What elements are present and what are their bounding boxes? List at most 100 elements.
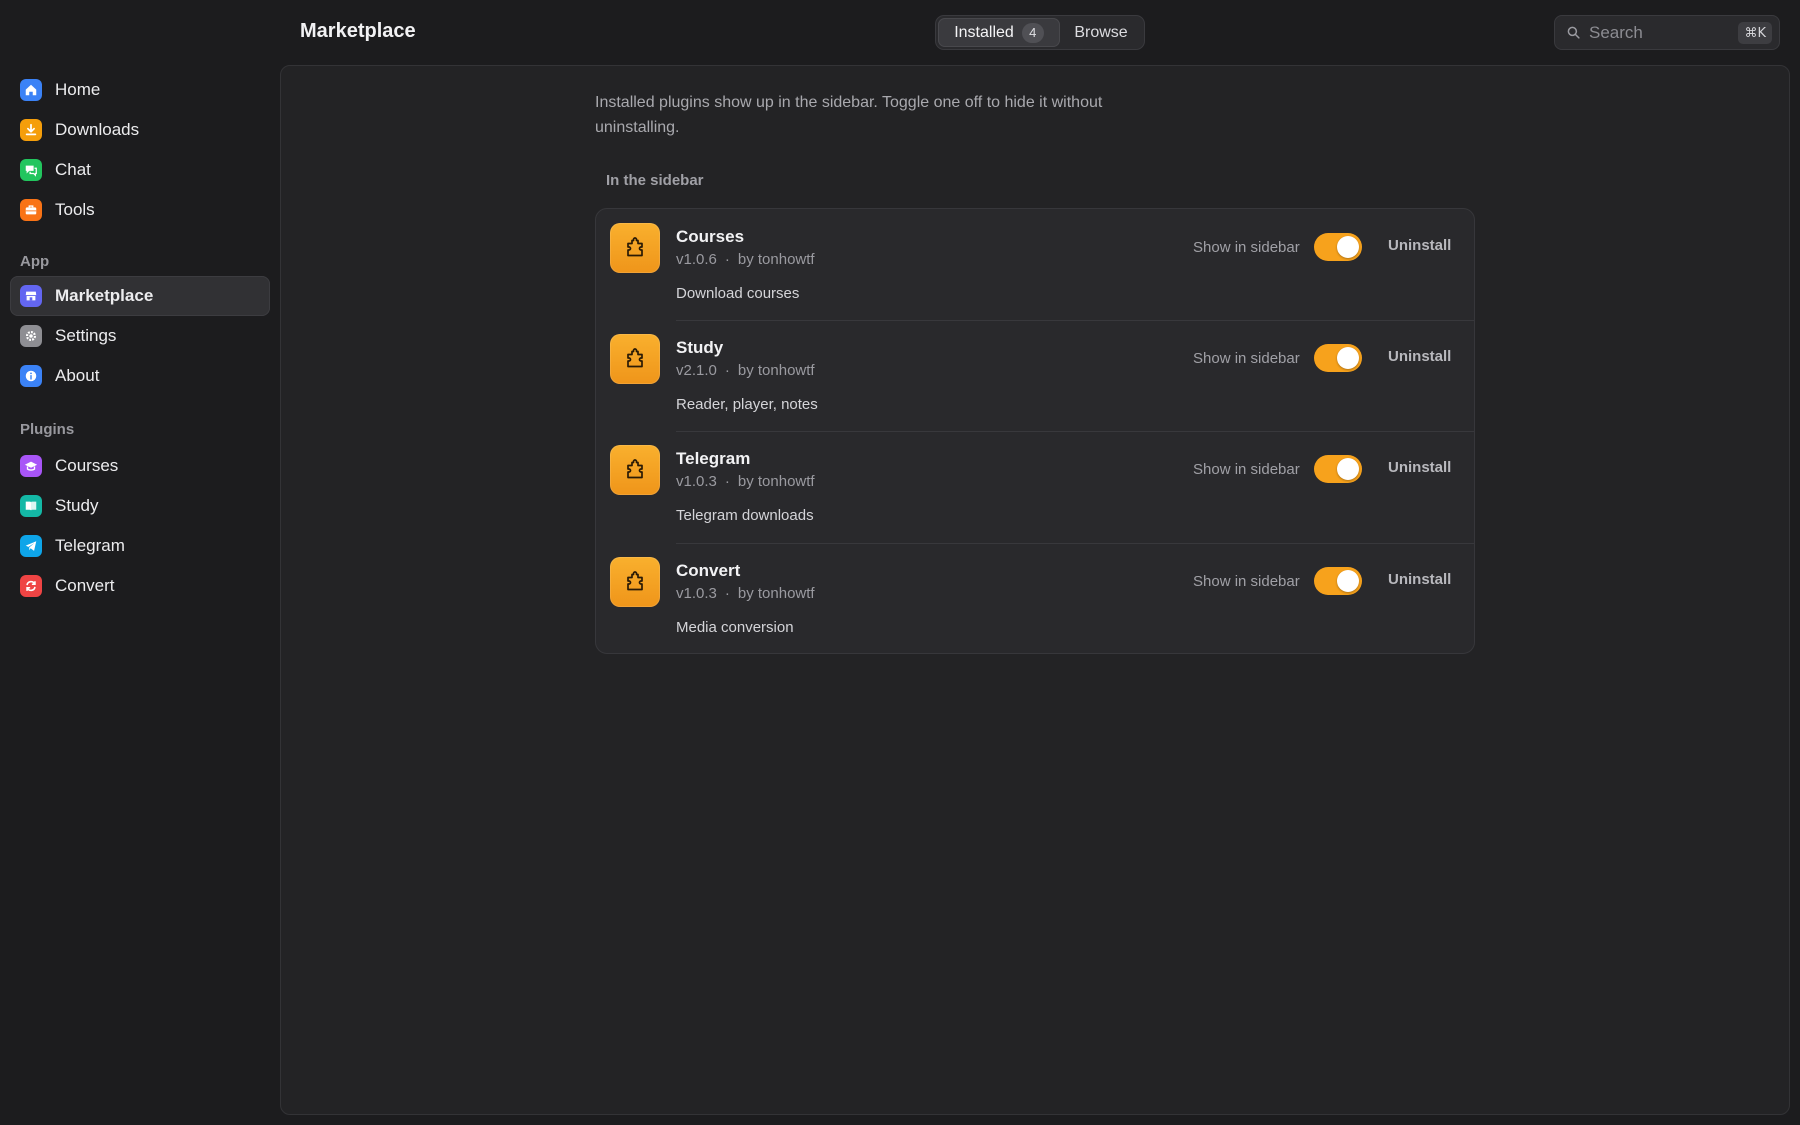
sidebar-main-group: Home Downloads Chat Tools (10, 70, 270, 230)
toolbox-icon (20, 199, 42, 221)
view-tabs: Installed 4 Browse (935, 15, 1145, 50)
sidebar-item-label: About (55, 366, 100, 385)
group-label: In the sidebar (606, 172, 704, 189)
tab-browse[interactable]: Browse (1060, 18, 1142, 47)
sidebar-item-label: Study (55, 496, 99, 515)
meta-separator: · (724, 251, 730, 268)
meta-separator: · (724, 585, 730, 602)
sidebar-item-settings[interactable]: Settings (10, 316, 270, 356)
meta-separator: · (724, 473, 730, 490)
sidebar-plugins-group: Courses Study Telegram Convert (10, 446, 270, 606)
toggle-label: Show in sidebar (1193, 573, 1300, 590)
uninstall-button[interactable]: Uninstall (1388, 459, 1451, 476)
sidebar-item-label: Marketplace (55, 286, 154, 305)
plugin-description: Download courses (676, 285, 800, 302)
intro-text: Installed plugins show up in the sidebar… (595, 94, 1103, 136)
plugin-row-convert: Convert v1.0.3 · by tonhowtf Media conve… (596, 543, 1474, 653)
page-title: Marketplace (300, 20, 416, 42)
uninstall-button[interactable]: Uninstall (1388, 237, 1451, 254)
sidebar-item-downloads[interactable]: Downloads (10, 110, 270, 150)
puzzle-icon (610, 334, 660, 384)
sidebar-item-label: Settings (55, 326, 117, 345)
plugin-version: v1.0.6 (676, 251, 717, 268)
show-in-sidebar-toggle[interactable] (1314, 344, 1362, 372)
sidebar-item-home[interactable]: Home (10, 70, 270, 110)
plugin-version: v1.0.3 (676, 473, 717, 490)
sidebar-item-label: Tools (55, 200, 95, 219)
plugin-name: Courses (676, 227, 745, 246)
sidebar-item-about[interactable]: About (10, 356, 270, 396)
sidebar-item-telegram[interactable]: Telegram (10, 526, 270, 566)
plugin-version: v1.0.3 (676, 585, 717, 602)
store-icon (20, 285, 42, 307)
graduation-cap-icon (20, 455, 42, 477)
plugin-row-courses: Courses v1.0.6 · by tonhowtf Download co… (596, 209, 1474, 321)
main-panel: Installed plugins show up in the sidebar… (280, 65, 1790, 1115)
plugin-row-telegram: Telegram v1.0.3 · by tonhowtf Telegram d… (596, 431, 1474, 543)
tab-installed[interactable]: Installed 4 (938, 18, 1060, 47)
puzzle-icon (610, 223, 660, 273)
sidebar-item-convert[interactable]: Convert (10, 566, 270, 606)
sidebar: Home Downloads Chat Tools App Marketplac… (0, 0, 280, 1125)
meta-separator: · (724, 362, 730, 379)
plugin-author: by tonhowtf (737, 251, 815, 268)
plugin-meta: v1.0.6 · by tonhowtf (676, 251, 815, 268)
uninstall-button[interactable]: Uninstall (1388, 571, 1451, 588)
plugin-name: Telegram (676, 449, 751, 468)
plugin-description: Telegram downloads (676, 507, 814, 524)
sidebar-app-group: Marketplace Settings About (10, 276, 270, 396)
plugin-meta: v2.1.0 · by tonhowtf (676, 362, 815, 379)
home-icon (20, 79, 42, 101)
plugin-list: Courses v1.0.6 · by tonhowtf Download co… (595, 208, 1475, 654)
sidebar-item-label: Downloads (55, 120, 140, 139)
plugin-version: v2.1.0 (676, 362, 717, 379)
sidebar-item-courses[interactable]: Courses (10, 446, 270, 486)
plugin-author: by tonhowtf (737, 362, 815, 379)
app-window: Home Downloads Chat Tools App Marketplac… (0, 0, 1800, 1125)
sidebar-item-study[interactable]: Study (10, 486, 270, 526)
sidebar-item-label: Telegram (55, 536, 125, 555)
search-input[interactable] (1589, 22, 1719, 43)
row-divider (676, 543, 1474, 544)
info-icon (20, 365, 42, 387)
puzzle-icon (610, 557, 660, 607)
plugin-meta: v1.0.3 · by tonhowtf (676, 585, 815, 602)
puzzle-icon (610, 445, 660, 495)
toggle-knob (1337, 570, 1359, 592)
toggle-label: Show in sidebar (1193, 239, 1300, 256)
plugin-row-study: Study v2.1.0 · by tonhowtf Reader, playe… (596, 320, 1474, 432)
row-divider (676, 320, 1474, 321)
plugin-meta: v1.0.3 · by tonhowtf (676, 473, 815, 490)
sidebar-item-label: Chat (55, 160, 91, 179)
row-divider (676, 431, 1474, 432)
toggle-knob (1337, 236, 1359, 258)
sidebar-section-plugins: Plugins (20, 421, 75, 438)
sidebar-item-label: Convert (55, 576, 115, 595)
tab-label: Browse (1074, 23, 1128, 41)
plugin-name: Convert (676, 561, 741, 580)
tab-label: Installed (954, 23, 1014, 41)
uninstall-button[interactable]: Uninstall (1388, 348, 1451, 365)
sidebar-item-chat[interactable]: Chat (10, 150, 270, 190)
sidebar-item-label: Courses (55, 456, 119, 475)
plugin-description: Reader, player, notes (676, 396, 818, 413)
show-in-sidebar-toggle[interactable] (1314, 455, 1362, 483)
sidebar-item-tools[interactable]: Tools (10, 190, 270, 230)
book-icon (20, 495, 42, 517)
telegram-icon (20, 535, 42, 557)
toggle-label: Show in sidebar (1193, 461, 1300, 478)
sidebar-section-app: App (20, 253, 50, 270)
show-in-sidebar-toggle[interactable] (1314, 567, 1362, 595)
show-in-sidebar-toggle[interactable] (1314, 233, 1362, 261)
search-icon (1567, 26, 1580, 39)
installed-count-badge: 4 (1021, 22, 1044, 43)
sidebar-item-marketplace[interactable]: Marketplace (10, 276, 270, 316)
plugin-description: Media conversion (676, 619, 794, 636)
sidebar-item-label: Home (55, 80, 101, 99)
gear-icon (20, 325, 42, 347)
download-icon (20, 119, 42, 141)
toggle-knob (1337, 347, 1359, 369)
search-box[interactable]: ⌘K (1554, 15, 1780, 50)
plugin-name: Study (676, 338, 724, 357)
chat-icon (20, 159, 42, 181)
